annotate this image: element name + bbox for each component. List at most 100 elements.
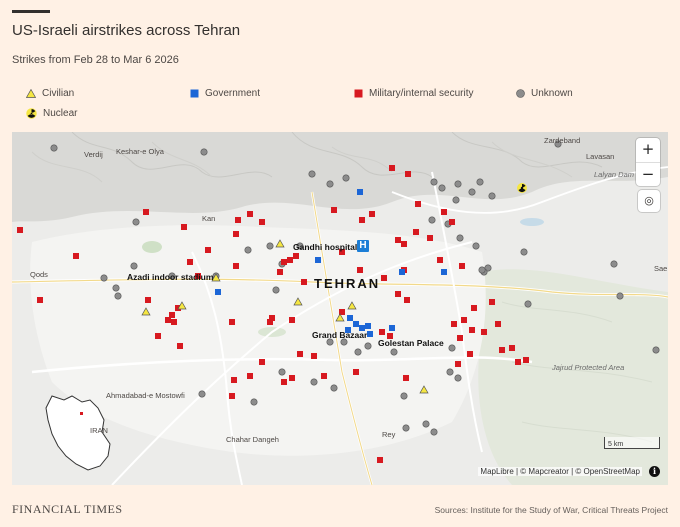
strike-unknown xyxy=(422,420,430,428)
inset-label: IRAN xyxy=(90,426,108,435)
landmark-label: Gandhi hospital xyxy=(293,242,358,252)
chart-subtitle: Strikes from Feb 28 to Mar 6 2026 xyxy=(12,54,179,66)
strike-military xyxy=(281,379,287,385)
ft-logo: FINANCIAL TIMES xyxy=(12,502,123,516)
strike-military xyxy=(233,263,239,269)
strike-unknown xyxy=(278,368,286,376)
strike-military xyxy=(459,263,465,269)
strike-military xyxy=(321,373,327,379)
strike-government xyxy=(353,321,359,327)
legend-label-civilian: Civilian xyxy=(42,88,75,99)
strike-unknown xyxy=(330,384,338,392)
strike-unknown xyxy=(430,178,438,186)
landmark-label: Golestan Palace xyxy=(378,338,444,348)
strike-military xyxy=(461,317,467,323)
radiation-icon xyxy=(26,108,37,119)
strike-unknown xyxy=(454,180,462,188)
strike-military xyxy=(143,209,149,215)
info-icon[interactable]: i xyxy=(649,466,660,477)
strike-unknown xyxy=(250,398,258,406)
strike-unknown xyxy=(524,300,532,308)
place-label: Ahmadabad-e Mostowfi xyxy=(106,391,185,400)
strike-military xyxy=(489,299,495,305)
zoom-in-button[interactable]: + xyxy=(636,138,660,162)
strike-unknown xyxy=(310,378,318,386)
strike-military xyxy=(359,217,365,223)
sources-note: Sources: Institute for the Study of War,… xyxy=(434,505,668,515)
strike-military xyxy=(287,257,293,263)
strike-unknown xyxy=(616,292,624,300)
strike-military xyxy=(413,229,419,235)
strike-military xyxy=(395,291,401,297)
strike-military xyxy=(233,231,239,237)
strike-military xyxy=(181,224,187,230)
strike-military xyxy=(481,329,487,335)
strike-unknown xyxy=(112,284,120,292)
strike-military xyxy=(395,237,401,243)
strike-unknown xyxy=(610,260,618,268)
strike-unknown xyxy=(400,392,408,400)
place-label: Verdij xyxy=(84,150,103,159)
map-canvas[interactable]: Zardeband Lavasan Lalyan Dam Keshar-e Ol… xyxy=(12,132,668,485)
strike-military xyxy=(145,297,151,303)
triangle-icon xyxy=(26,89,36,98)
strike-military xyxy=(247,211,253,217)
strike-military xyxy=(311,353,317,359)
strike-unknown xyxy=(342,174,350,182)
place-label: Kan xyxy=(202,214,216,223)
strike-unknown xyxy=(266,242,274,250)
strike-unknown xyxy=(200,148,208,156)
zoom-out-button[interactable]: − xyxy=(636,162,660,187)
locate-button[interactable]: ◎ xyxy=(638,190,660,212)
strike-military xyxy=(377,457,383,463)
strike-unknown xyxy=(354,348,362,356)
chart-title: US-Israeli airstrikes across Tehran xyxy=(12,22,241,39)
strike-military xyxy=(187,259,193,265)
strike-unknown xyxy=(402,424,410,432)
strike-military xyxy=(451,321,457,327)
legend-label-government: Government xyxy=(205,88,261,99)
strike-government xyxy=(315,257,321,263)
square-icon xyxy=(190,89,199,98)
place-label: Lavasan xyxy=(586,152,615,161)
strike-civilian xyxy=(347,301,357,310)
strike-unknown xyxy=(272,286,280,294)
strike-unknown xyxy=(478,266,486,274)
strike-government xyxy=(357,189,363,195)
strike-government xyxy=(367,331,373,337)
legend-military: Military/internal security xyxy=(354,88,473,99)
strike-military xyxy=(247,373,253,379)
hospital-icon: H xyxy=(357,240,369,252)
place-label: Chahar Dangeh xyxy=(226,435,279,444)
strike-military xyxy=(515,359,521,365)
strike-civilian xyxy=(275,239,285,248)
strike-military xyxy=(455,361,461,367)
strike-military xyxy=(259,359,265,365)
scale-label: 5 km xyxy=(608,441,624,448)
place-label: Sae xyxy=(654,264,668,273)
strike-unknown xyxy=(130,262,138,270)
strike-military xyxy=(415,201,421,207)
strike-military xyxy=(17,227,23,233)
strike-military xyxy=(523,357,529,363)
place-label: Lalyan Dam xyxy=(594,170,635,179)
strike-military xyxy=(379,329,385,335)
strike-military xyxy=(381,275,387,281)
strike-military xyxy=(289,317,295,323)
map-attribution[interactable]: MapLibre | © Mapcreator | © OpenStreetMa… xyxy=(478,467,642,476)
legend-label-unknown: Unknown xyxy=(531,88,573,99)
strike-civilian xyxy=(419,385,429,394)
locate-icon: ◎ xyxy=(644,194,654,207)
strike-military xyxy=(405,171,411,177)
place-label: Keshar-e Olya xyxy=(116,147,164,156)
legend-label-military: Military/internal security xyxy=(369,88,474,99)
strike-military xyxy=(495,321,501,327)
strike-military xyxy=(235,217,241,223)
circle-icon xyxy=(516,89,525,98)
legend-label-nuclear: Nuclear xyxy=(43,108,78,119)
strike-unknown xyxy=(50,144,58,152)
strike-military xyxy=(467,351,473,357)
strike-unknown xyxy=(244,246,252,254)
strike-unknown xyxy=(308,170,316,178)
strike-military xyxy=(457,335,463,341)
